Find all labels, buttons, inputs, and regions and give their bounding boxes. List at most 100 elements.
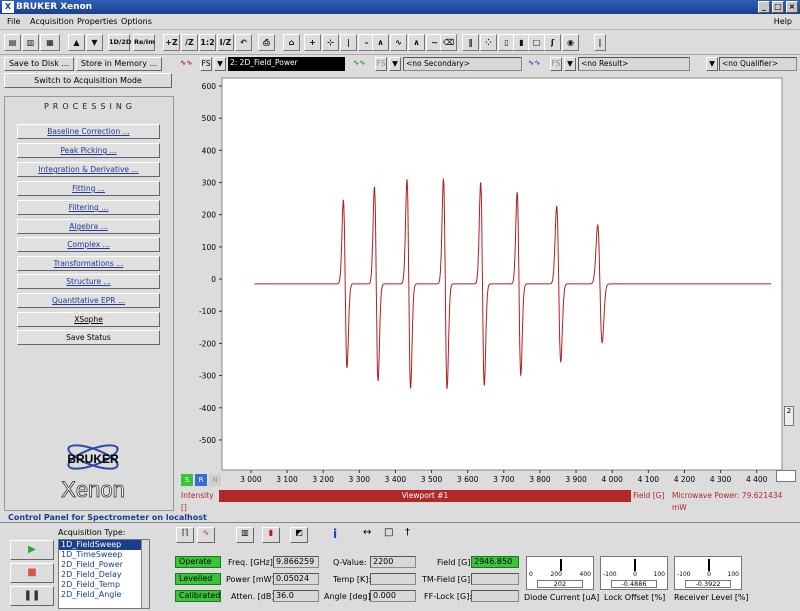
quantitative-epr-button[interactable]: Quantitative EPR ...: [17, 293, 160, 308]
close-button[interactable]: ×: [786, 1, 798, 13]
transformations-button[interactable]: Transformations ...: [17, 256, 160, 271]
info-icon[interactable]: i: [333, 527, 337, 541]
cp-tool-5-icon[interactable]: ◩: [290, 527, 308, 543]
peak-picking-button[interactable]: Peak Picking ...: [17, 143, 160, 158]
list-item[interactable]: 2D_Field_Angle: [59, 590, 149, 600]
structure-button[interactable]: Structure ...: [17, 274, 160, 289]
switch-acquisition-mode-button[interactable]: Switch to Acquisition Mode: [4, 73, 172, 88]
frame-icon[interactable]: □: [384, 527, 393, 538]
list-item[interactable]: 2D_Field_Temp: [59, 580, 149, 590]
store-in-memory-button[interactable]: Store in Memory ...: [76, 57, 162, 71]
list-item[interactable]: 2D_Field_Delay: [59, 570, 149, 580]
pin-icon[interactable]: †: [405, 527, 410, 538]
xsophe-button[interactable]: XSophe: [17, 312, 160, 327]
r-button[interactable]: R: [195, 474, 207, 486]
save-folder-icon[interactable]: ▥: [22, 34, 39, 51]
peak2-icon[interactable]: ∿: [390, 34, 407, 51]
temp-field: [370, 573, 416, 585]
trash-icon[interactable]: ⌫: [440, 34, 457, 51]
tm-field-value: [471, 573, 519, 585]
zoom-slider-icon[interactable]: [776, 470, 796, 482]
menu-acquisition[interactable]: Acquisition: [30, 17, 74, 26]
x-tick-label: 3 200: [312, 475, 334, 484]
hcross-icon[interactable]: ⊹: [322, 34, 339, 51]
save-to-disk-button[interactable]: Save to Disk ...: [4, 57, 74, 71]
open-folder-icon[interactable]: ▤: [4, 34, 21, 51]
primary-select[interactable]: 2: 2D_Field_Power: [228, 57, 345, 71]
integration-derivative-button[interactable]: Integration & Derivative ...: [17, 162, 160, 177]
home-icon[interactable]: ⌂: [283, 34, 300, 51]
algebra-button[interactable]: Algebra ...: [17, 219, 160, 234]
box-icon[interactable]: □: [528, 34, 545, 51]
zoom-icon[interactable]: ◉: [562, 34, 579, 51]
y-tick-label: 400: [202, 146, 217, 155]
vertical-scale-slider[interactable]: 2: [784, 406, 794, 426]
filtering-button[interactable]: Filtering ...: [17, 200, 160, 215]
list-item[interactable]: 1D_TimeSweep: [59, 550, 149, 560]
acquisition-type-list[interactable]: 1D_FieldSweep 1D_TimeSweep 2D_Field_Powe…: [58, 539, 150, 609]
menu-help[interactable]: Help: [774, 17, 792, 26]
menu-file[interactable]: File: [7, 17, 20, 26]
save-status-button[interactable]: Save Status: [17, 330, 160, 345]
receiver-level-label: Receiver Level [%]: [674, 593, 749, 602]
undo-icon[interactable]: ↶: [235, 34, 252, 51]
menu-options[interactable]: Options: [121, 17, 152, 26]
zoom-i-button[interactable]: I/Z: [217, 34, 234, 51]
x-tick-label: 3 100: [276, 475, 298, 484]
zoom-plus-button[interactable]: +Z: [163, 34, 180, 51]
bars-icon[interactable]: ‖: [462, 34, 479, 51]
arrow-down-icon[interactable]: ▼: [86, 34, 103, 51]
spectrum-plot[interactable]: 600 500 400 300 200 100 0 -100 -200 -300 -400 -500 3…: [178, 74, 800, 504]
baseline-correction-button[interactable]: Baseline Correction ...: [17, 124, 160, 139]
qualifier-select[interactable]: <no Qualifier>: [719, 57, 797, 71]
cp-tool-3-icon[interactable]: ▥: [236, 527, 254, 543]
result-dropdown-arrow-icon[interactable]: ▼: [564, 57, 576, 71]
cp-tool-4-icon[interactable]: ▮: [262, 527, 280, 543]
curve-icon[interactable]: ʃ: [544, 34, 561, 51]
tm-field-label: TM-Field [G]:: [422, 575, 473, 584]
result-select[interactable]: <no Result>: [578, 57, 690, 71]
n-button[interactable]: N: [209, 474, 221, 486]
move-icon[interactable]: ↔: [363, 527, 371, 538]
primary-fs-button[interactable]: FS: [200, 57, 212, 71]
vline-icon[interactable]: |: [340, 34, 357, 51]
calibrated-status: Calibrated: [175, 590, 221, 602]
result-fs-button[interactable]: FS: [550, 57, 562, 71]
intensity-label: Intensity []: [181, 491, 214, 512]
cp-tool-1-icon[interactable]: ⌈⌉: [176, 527, 194, 543]
peak-icon[interactable]: ∧: [372, 34, 389, 51]
spectrum-chart[interactable]: 600 500 400 300 200 100 0 -100 -200 -300 -400 -500 3…: [178, 74, 800, 494]
list-scrollbar[interactable]: [141, 540, 149, 608]
menu-properties[interactable]: Properties: [77, 17, 117, 26]
primary-dropdown-arrow-icon[interactable]: ▼: [214, 57, 226, 71]
dim-toggle-button[interactable]: 1D/2D: [108, 34, 131, 51]
x-tick-label: 3 700: [493, 475, 515, 484]
meter-scale: 0: [529, 571, 533, 578]
toolbar-tail-icon[interactable]: |: [594, 34, 606, 51]
cross-icon[interactable]: +: [304, 34, 321, 51]
print-icon[interactable]: ⎙: [258, 34, 275, 51]
stop-button[interactable]: ■: [10, 563, 54, 583]
secondary-fs-button[interactable]: FS: [375, 57, 387, 71]
zoom-half-button[interactable]: 1:2: [199, 34, 216, 51]
qualifier-dropdown-arrow-icon[interactable]: ▼: [706, 57, 718, 71]
data-icon[interactable]: ▦: [40, 34, 60, 51]
play-button[interactable]: ▶: [10, 540, 54, 560]
fitting-button[interactable]: Fitting ...: [17, 181, 160, 196]
complex-button[interactable]: Complex ...: [17, 237, 160, 252]
reim-toggle-button[interactable]: Re/Im: [133, 34, 155, 51]
arrow-up-icon[interactable]: ▲: [68, 34, 85, 51]
pause-button[interactable]: ❚❚: [10, 586, 54, 606]
dots-icon[interactable]: ⁘: [480, 34, 497, 51]
x-tick-label: 3 300: [349, 475, 371, 484]
list-item[interactable]: 2D_Field_Power: [59, 560, 149, 570]
zoom-div-button[interactable]: /Z: [181, 34, 198, 51]
s-button[interactable]: S: [181, 474, 193, 486]
maximize-button[interactable]: □: [772, 1, 784, 13]
minimize-button[interactable]: _: [758, 1, 770, 13]
list-item[interactable]: 1D_FieldSweep: [59, 540, 149, 550]
secondary-select[interactable]: <no Secondary>: [403, 57, 522, 71]
cp-tool-2-icon[interactable]: ∿: [197, 527, 215, 543]
peak3-icon[interactable]: ∧: [408, 34, 425, 51]
secondary-dropdown-arrow-icon[interactable]: ▼: [389, 57, 401, 71]
